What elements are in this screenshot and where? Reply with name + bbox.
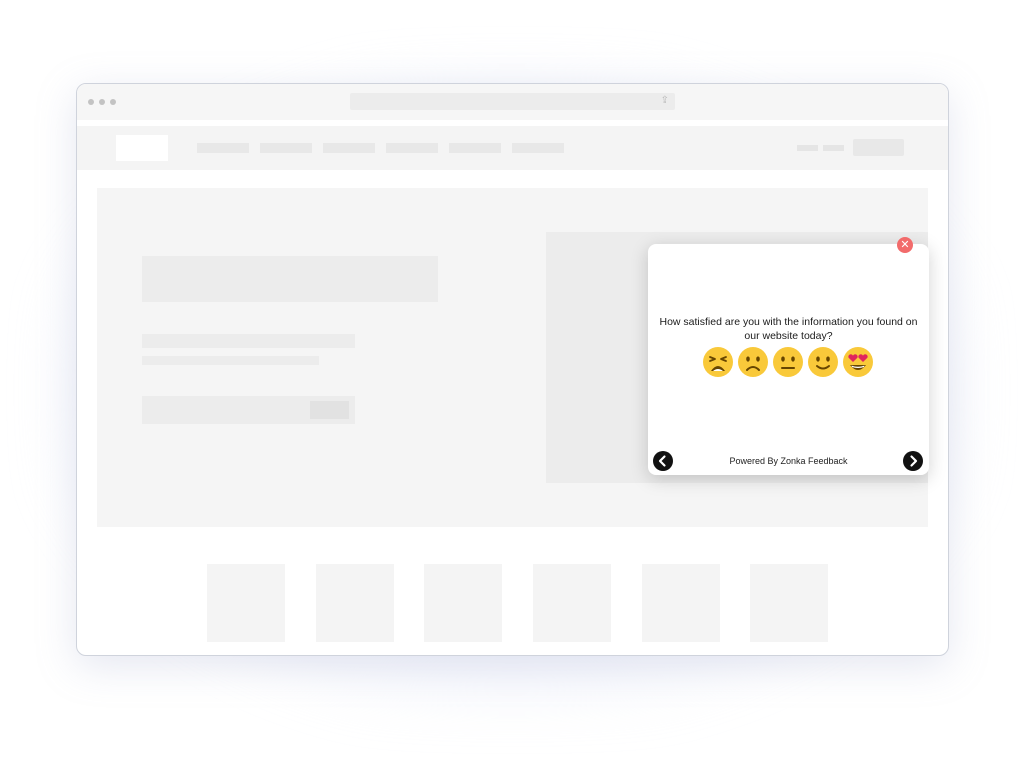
nav-small-link-placeholder[interactable]: [797, 145, 818, 151]
nav-link-placeholder[interactable]: [386, 143, 438, 153]
content-tile-placeholder: [533, 564, 611, 642]
site-logo-placeholder[interactable]: [116, 135, 168, 161]
chevron-right-icon: [910, 455, 918, 467]
content-tile-placeholder: [424, 564, 502, 642]
share-icon[interactable]: ⇪: [661, 95, 669, 107]
close-icon[interactable]: ✕: [897, 237, 913, 253]
window-dot-minimize[interactable]: [99, 99, 105, 105]
content-tile-placeholder: [316, 564, 394, 642]
hero-heading-placeholder: [142, 256, 438, 302]
content-tile-placeholder: [207, 564, 285, 642]
window-dot-maximize[interactable]: [110, 99, 116, 105]
next-button[interactable]: [903, 451, 923, 471]
hero-text-placeholder: [142, 334, 355, 348]
content-tile-placeholder: [642, 564, 720, 642]
slightly-smiling-face-icon[interactable]: [807, 346, 839, 378]
neutral-face-icon[interactable]: [772, 346, 804, 378]
browser-titlebar: ⇪: [77, 84, 948, 120]
hero-input-placeholder[interactable]: [142, 396, 355, 424]
hero-button-placeholder[interactable]: [310, 401, 349, 419]
heart-eyes-face-icon[interactable]: [842, 346, 874, 378]
feedback-survey-popup: ✕ How satisfied are you with the informa…: [648, 237, 929, 475]
emoji-rating-scale: [700, 346, 880, 380]
nav-small-link-placeholder[interactable]: [823, 145, 844, 151]
tired-face-icon[interactable]: [702, 346, 734, 378]
content-tile-placeholder: [750, 564, 828, 642]
site-navbar: [77, 126, 948, 170]
nav-link-placeholder[interactable]: [323, 143, 375, 153]
survey-question: How satisfied are you with the informati…: [659, 316, 918, 342]
hero-subtext-placeholder: [142, 356, 319, 365]
frowning-face-icon[interactable]: [737, 346, 769, 378]
window-dot-close[interactable]: [88, 99, 94, 105]
powered-by-label[interactable]: Powered By Zonka Feedback: [648, 456, 929, 466]
address-bar[interactable]: ⇪: [350, 93, 675, 110]
nav-link-placeholder[interactable]: [449, 143, 501, 153]
nav-link-placeholder[interactable]: [197, 143, 249, 153]
nav-button-placeholder[interactable]: [853, 139, 904, 156]
nav-link-placeholder[interactable]: [512, 143, 564, 153]
nav-link-placeholder[interactable]: [260, 143, 312, 153]
